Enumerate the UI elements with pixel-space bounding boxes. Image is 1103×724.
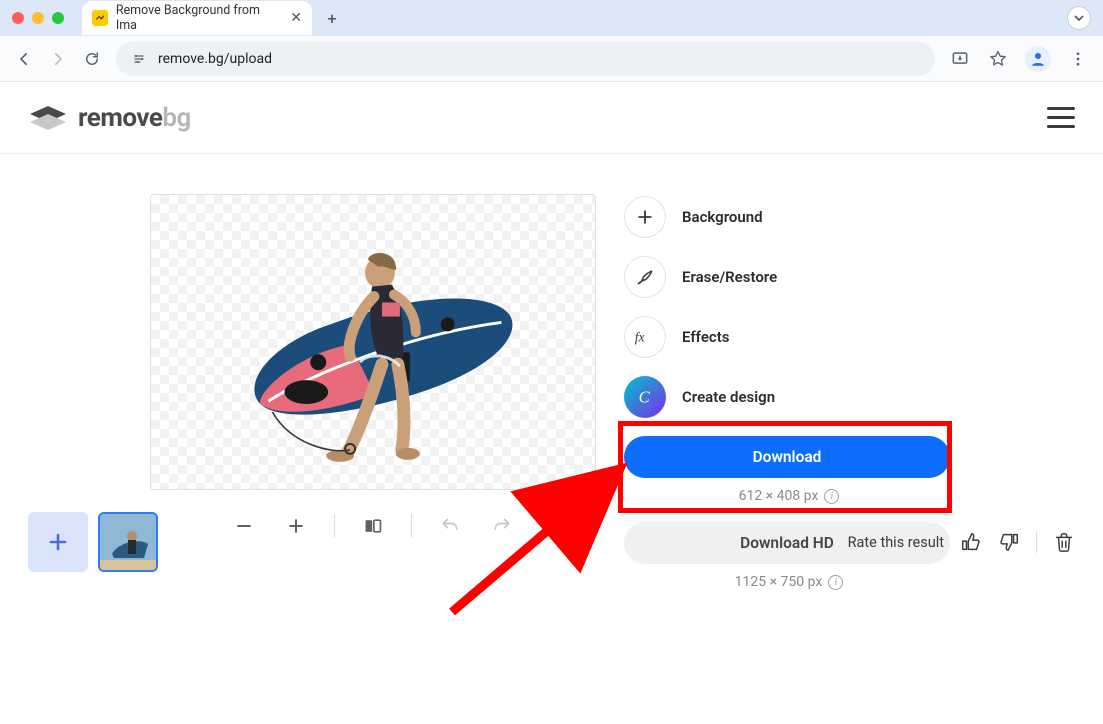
kebab-menu-icon[interactable] xyxy=(1067,48,1089,70)
tool-erase-restore[interactable]: Erase/Restore xyxy=(624,256,954,298)
brush-icon xyxy=(624,256,666,298)
site-header: removebg xyxy=(0,82,1103,154)
tool-create-design[interactable]: C Create design xyxy=(624,376,954,418)
separator xyxy=(1036,531,1037,553)
site-logo[interactable]: removebg xyxy=(28,103,191,133)
toolbar-right xyxy=(949,46,1089,72)
tab-title: Remove Background from Ima xyxy=(116,3,282,33)
thumbnails xyxy=(28,512,158,572)
info-icon[interactable]: i xyxy=(824,489,839,504)
url-text: remove.bg/upload xyxy=(158,51,272,67)
svg-text:fx: fx xyxy=(635,329,645,344)
tab-favicon-icon xyxy=(92,10,108,26)
star-icon[interactable] xyxy=(987,48,1009,70)
browser-tab-strip: Remove Background from Ima ✕ + xyxy=(0,0,1103,36)
image-canvas[interactable] xyxy=(150,194,596,490)
hamburger-menu-button[interactable] xyxy=(1047,107,1075,128)
address-bar[interactable]: remove.bg/upload xyxy=(116,42,935,76)
install-app-icon[interactable] xyxy=(949,48,971,70)
tab-close-icon[interactable]: ✕ xyxy=(290,10,302,26)
delete-button[interactable] xyxy=(1053,531,1075,553)
download-hd-dimensions: 1125 × 750 px i xyxy=(624,574,954,590)
window-controls xyxy=(12,12,64,24)
download-button[interactable]: Download xyxy=(624,436,950,478)
tool-background-label: Background xyxy=(682,208,763,226)
profile-avatar[interactable] xyxy=(1025,46,1051,72)
thumbnail-selected[interactable] xyxy=(98,512,158,572)
window-minimize-button[interactable] xyxy=(32,12,44,24)
canva-icon: C xyxy=(624,376,666,418)
add-image-button[interactable] xyxy=(28,512,88,572)
plus-icon xyxy=(624,196,666,238)
thumbs-up-button[interactable] xyxy=(960,531,982,553)
rate-label: Rate this result xyxy=(848,534,944,551)
svg-text:C: C xyxy=(639,388,651,407)
tool-effects-label: Effects xyxy=(682,328,729,346)
browser-tab-active[interactable]: Remove Background from Ima ✕ xyxy=(82,1,312,35)
forward-button[interactable] xyxy=(48,49,68,69)
tabs-dropdown-button[interactable] xyxy=(1067,6,1091,30)
rate-section: Rate this result xyxy=(848,531,1075,553)
logo-mark-icon xyxy=(28,104,68,132)
tool-effects[interactable]: fx Effects xyxy=(624,316,954,358)
bottom-bar: Rate this result xyxy=(28,512,1075,572)
fx-icon: fx xyxy=(624,316,666,358)
new-tab-button[interactable]: + xyxy=(318,4,346,32)
reload-button[interactable] xyxy=(82,49,102,69)
thumbs-down-button[interactable] xyxy=(998,531,1020,553)
browser-toolbar: remove.bg/upload xyxy=(0,36,1103,82)
download-button-label: Download xyxy=(753,448,822,466)
window-close-button[interactable] xyxy=(12,12,24,24)
tool-create-design-label: Create design xyxy=(682,388,775,406)
download-dimensions: 612 × 408 px i xyxy=(624,488,954,504)
logo-text: removebg xyxy=(78,103,191,133)
site-settings-icon[interactable] xyxy=(130,50,148,68)
back-button[interactable] xyxy=(14,49,34,69)
window-maximize-button[interactable] xyxy=(52,12,64,24)
info-icon[interactable]: i xyxy=(828,575,843,590)
page-content: removebg xyxy=(0,82,1103,590)
tool-erase-restore-label: Erase/Restore xyxy=(682,268,777,286)
tool-background[interactable]: Background xyxy=(624,196,954,238)
tab-list: Remove Background from Ima ✕ + xyxy=(82,0,346,36)
